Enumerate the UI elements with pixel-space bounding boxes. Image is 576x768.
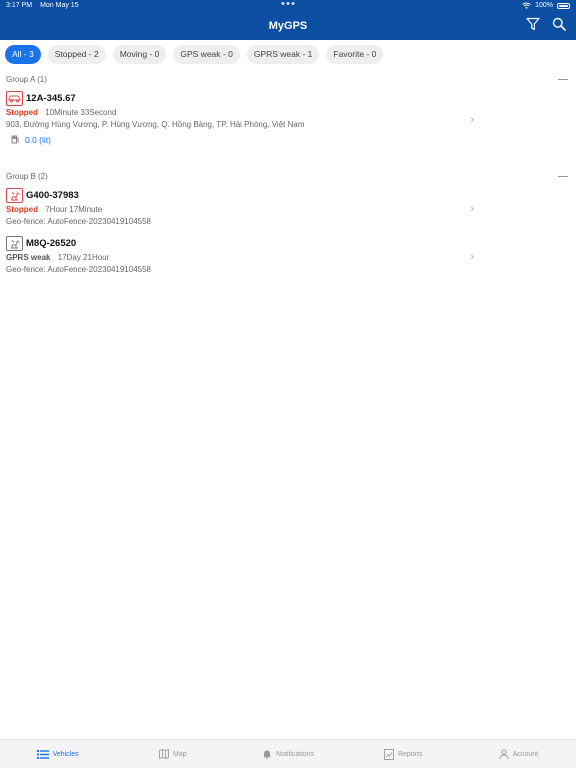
group-title: Group B (2) <box>6 171 48 181</box>
excavator-icon <box>6 236 23 251</box>
vehicle-plate: 12A-345.67 <box>26 93 76 104</box>
list-icon <box>36 749 49 759</box>
bell-icon <box>262 750 271 759</box>
status-date: Mon May 15 <box>40 2 79 9</box>
group-header-b[interactable]: Group B (2) <box>0 167 576 185</box>
filter-chip-favorite[interactable]: Favorite - 0 <box>326 44 384 64</box>
nav-bar: MyGPS <box>0 11 576 40</box>
tab-notifications[interactable]: Notifications <box>230 740 345 768</box>
battery-percent: 100% <box>535 2 553 9</box>
tab-vehicles[interactable]: Vehicles <box>0 740 115 768</box>
vehicle-status: Stopped <box>6 205 38 214</box>
search-icon[interactable] <box>552 17 566 31</box>
tab-label: Map <box>172 750 187 758</box>
vehicle-duration: 10Minute 33Second <box>45 108 117 117</box>
car-icon <box>6 91 23 106</box>
filter-chip-stopped[interactable]: Stopped - 2 <box>47 44 106 64</box>
vehicle-address: Geo-fence: AutoFence-20230419104558 <box>6 265 152 274</box>
vehicle-address: 903, Đường Hùng Vương, P. Hùng Vương, Q.… <box>6 120 305 129</box>
vehicle-item[interactable]: G400-37983 Stopped 7Hour 17Minute Geo-fe… <box>0 185 576 233</box>
tab-label: Reports <box>397 750 423 758</box>
filter-chip-gprs-weak[interactable]: GPRS weak - 1 <box>246 44 320 64</box>
status-bar: 3:17 PM Mon May 15 100% <box>0 0 576 11</box>
filter-chip-moving[interactable]: Moving - 0 <box>112 44 167 64</box>
vehicle-address: Geo-fence: AutoFence-20230419104558 <box>6 217 152 226</box>
multitask-dots[interactable] <box>281 2 295 5</box>
collapse-icon[interactable] <box>558 78 568 80</box>
group-header-a[interactable]: Group A (1) <box>0 70 576 88</box>
vehicle-plate: M8Q-26520 <box>26 238 77 249</box>
excavator-icon <box>6 188 23 203</box>
fuel-icon <box>11 135 20 146</box>
page-title: MyGPS <box>268 19 308 32</box>
fuel-value: 0.0 (lit) <box>25 135 51 145</box>
chevron-right-icon: › <box>470 251 474 263</box>
tab-account[interactable]: Account <box>461 740 576 768</box>
top-bar: 3:17 PM Mon May 15 100% MyGPS <box>0 0 576 40</box>
chevron-right-icon: › <box>470 203 474 215</box>
report-icon <box>384 748 394 760</box>
wifi-icon <box>522 2 531 9</box>
vehicle-status: Stopped <box>6 108 38 117</box>
filter-chips: All - 3 Stopped - 2 Moving - 0 GPS weak … <box>0 40 576 68</box>
filter-chip-all[interactable]: All - 3 <box>5 44 41 64</box>
filter-chip-gps-weak[interactable]: GPS weak - 0 <box>173 44 240 64</box>
map-icon <box>159 749 169 759</box>
chevron-right-icon: › <box>470 113 474 126</box>
status-time: 3:17 PM <box>6 2 33 9</box>
tab-map[interactable]: Map <box>115 740 230 768</box>
tab-reports[interactable]: Reports <box>346 740 461 768</box>
vehicle-plate: G400-37983 <box>26 190 79 201</box>
battery-icon <box>557 2 570 9</box>
vehicle-item[interactable]: M8Q-26520 GPRS weak 17Day 21Hour Geo-fen… <box>0 233 576 281</box>
vehicle-duration: 17Day 21Hour <box>57 253 110 262</box>
user-icon <box>499 749 509 759</box>
tab-label: Account <box>512 750 539 758</box>
vehicle-item[interactable]: 12A-345.67 Stopped 10Minute 33Second 903… <box>0 88 576 151</box>
group-title: Group A (1) <box>6 74 47 84</box>
tab-bar: Vehicles Map Notifications Reports Accou… <box>0 739 576 768</box>
vehicle-duration: 7Hour 17Minute <box>45 205 103 214</box>
filter-icon[interactable] <box>526 17 540 31</box>
tab-label: Notifications <box>275 750 315 758</box>
vehicle-status: GPRS weak <box>6 253 51 262</box>
tab-label: Vehicles <box>52 750 79 758</box>
collapse-icon[interactable] <box>558 175 568 177</box>
